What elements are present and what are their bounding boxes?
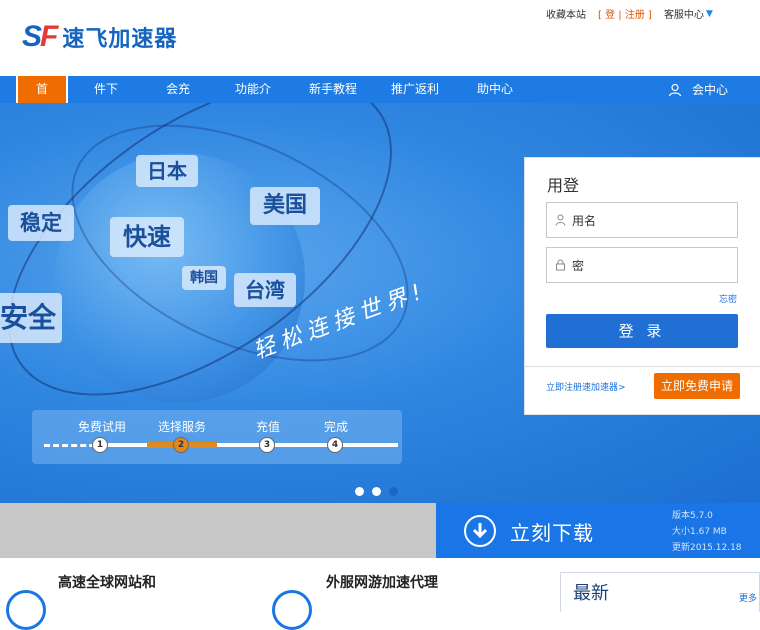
tag-fast: 快速 bbox=[110, 217, 184, 257]
tag-stable: 稳定 bbox=[8, 205, 74, 241]
customer-service-menu[interactable]: 客服中心 ▼ bbox=[663, 6, 713, 22]
carousel-dot[interactable] bbox=[355, 487, 364, 496]
download-meta: 版本5.7.0 大小1.67 MB 更新2015.12.18 bbox=[672, 508, 742, 556]
username-field[interactable]: 用名 bbox=[546, 202, 738, 238]
password-placeholder: 密 bbox=[572, 258, 585, 273]
login-panel: 用登 用名 密 忘密 登 录 立即注册速加速器> 立即免费申请 bbox=[524, 157, 760, 415]
tag-taiwan: 台湾 bbox=[234, 273, 296, 307]
gray-strip bbox=[0, 503, 436, 558]
login-button[interactable]: 登 录 bbox=[546, 314, 738, 348]
steps-panel: 免费试用 选择服务 充值 完成 1 2 3 4 bbox=[32, 410, 402, 464]
chevron-down-icon: ▼ bbox=[705, 8, 713, 19]
gamepad-icon bbox=[272, 590, 312, 630]
step-dot-1: 1 bbox=[92, 437, 108, 453]
nav-item-features[interactable]: 功能介 bbox=[220, 76, 286, 103]
main-nav: 首 件下 会充 功能介 新手教程 推广返利 助中心 会中心 bbox=[0, 76, 760, 103]
free-apply-button[interactable]: 立即免费申请 bbox=[654, 373, 740, 399]
step-track bbox=[98, 443, 398, 447]
news-more-link[interactable]: 更多 bbox=[739, 591, 757, 604]
step-label-3: 充值 bbox=[256, 420, 281, 434]
site-logo[interactable]: SF 速飞加速器 bbox=[22, 20, 177, 54]
news-panel: 最新 更多 bbox=[560, 572, 760, 612]
username-placeholder: 用名 bbox=[572, 213, 597, 228]
divider bbox=[525, 366, 760, 367]
tag-safe: 安全 bbox=[0, 293, 62, 343]
carousel-dot[interactable] bbox=[372, 487, 381, 496]
nav-item-affiliate[interactable]: 推广返利 bbox=[382, 76, 448, 103]
download-bar[interactable]: 立刻下载 版本5.7.0 大小1.67 MB 更新2015.12.18 bbox=[436, 503, 760, 558]
step-dot-2: 2 bbox=[173, 437, 189, 453]
customer-service-label: 客服中心 bbox=[663, 10, 704, 21]
feature-title-2[interactable]: 外服网游加速代理 bbox=[326, 572, 438, 592]
register-now-link[interactable]: 立即注册速加速器> bbox=[546, 380, 626, 393]
features-section: 高速全球网站和 外服网游加速代理 最新 更多 bbox=[0, 558, 760, 630]
password-field[interactable]: 密 bbox=[546, 247, 738, 283]
user-icon bbox=[668, 83, 682, 96]
tag-usa: 美国 bbox=[250, 187, 320, 225]
nav-item-home[interactable]: 首 bbox=[16, 76, 68, 103]
nav-item-help[interactable]: 助中心 bbox=[462, 76, 528, 103]
top-links: 收藏本站 [ 登 | 注册 ] 客服中心 ▼ bbox=[546, 6, 713, 22]
hero-banner: 日本 美国 稳定 快速 韩国 台湾 安全 轻松连接世界! 免费试用 选择服务 充… bbox=[0, 103, 760, 503]
user-center-link[interactable]: 会中心 bbox=[668, 76, 728, 103]
step-dot-3: 3 bbox=[259, 437, 275, 453]
header: SF 速飞加速器 收藏本站 [ 登 | 注册 ] 客服中心 ▼ bbox=[0, 0, 760, 76]
lock-icon bbox=[556, 259, 565, 271]
version-text: 版本5.7.0 bbox=[672, 511, 713, 521]
nav-item-download[interactable]: 件下 bbox=[76, 76, 136, 103]
logo-text: 速飞加速器 bbox=[62, 27, 178, 52]
user-icon bbox=[555, 214, 566, 226]
nav-item-tutorial[interactable]: 新手教程 bbox=[300, 76, 366, 103]
step-label-2: 选择服务 bbox=[158, 420, 207, 434]
download-label: 立刻下载 bbox=[510, 521, 594, 545]
logo-mark: SF bbox=[22, 20, 58, 54]
user-center-label: 会中心 bbox=[691, 83, 728, 97]
size-text: 大小1.67 MB bbox=[672, 527, 727, 537]
logo-mark-s: S bbox=[22, 20, 42, 53]
feature-title-1[interactable]: 高速全球网站和 bbox=[58, 572, 156, 592]
nav-item-recharge[interactable]: 会充 bbox=[146, 76, 210, 103]
carousel-dots bbox=[355, 487, 398, 496]
step-label-4: 完成 bbox=[324, 420, 349, 434]
logo-mark-f: F bbox=[40, 20, 58, 53]
carousel-dot[interactable] bbox=[389, 487, 398, 496]
updated-text: 更新2015.12.18 bbox=[672, 543, 742, 553]
step-label-1: 免费试用 bbox=[78, 420, 127, 434]
login-title: 用登 bbox=[547, 176, 580, 195]
news-title: 最新 bbox=[573, 583, 609, 604]
login-link[interactable]: 登 bbox=[605, 10, 615, 21]
globe-icon bbox=[6, 590, 46, 630]
step-dot-4: 4 bbox=[327, 437, 343, 453]
tag-japan: 日本 bbox=[136, 155, 198, 187]
forgot-password-link[interactable]: 忘密 bbox=[719, 292, 737, 305]
register-link[interactable]: 注册 bbox=[625, 10, 645, 21]
tag-korea: 韩国 bbox=[182, 266, 226, 290]
auth-links: [ 登 | 注册 ] bbox=[598, 10, 652, 21]
bookmark-link[interactable]: 收藏本站 bbox=[546, 6, 586, 21]
download-icon bbox=[464, 515, 496, 547]
